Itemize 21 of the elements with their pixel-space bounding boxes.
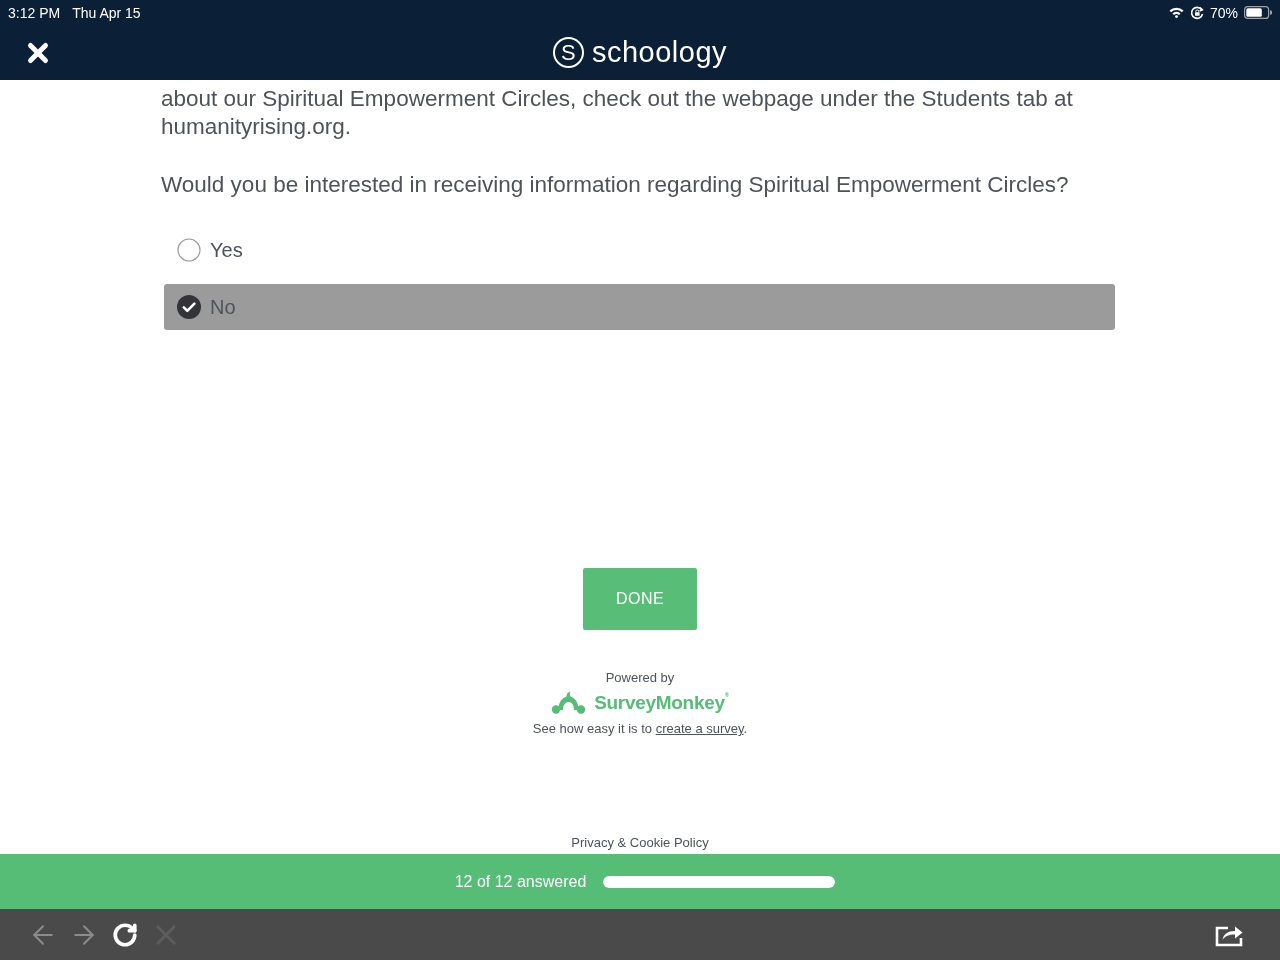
logo-mark: S [552,37,584,68]
battery-icon [1244,6,1272,19]
status-date: Thu Apr 15 [72,4,141,21]
question-text: Would you be interested in receiving information regarding Spiritual Empowerment Circles? [161,171,1070,199]
battery-percent: 70% [1209,4,1238,21]
wifi-icon [1168,7,1184,18]
answer-option[interactable]: Yes [164,227,1115,273]
check-circle-icon [177,295,201,319]
tagline-text: See how easy it is to create a survey. [532,720,748,738]
create-survey-link[interactable]: create a survey [655,721,744,736]
radio-circle-icon [177,238,201,262]
status-time: 3:12 PM [8,4,61,21]
intro-paragraph: about our Spiritual Empowerment Circles, check out the webpage under the Students tab at humanityrising.org. [161,85,1074,141]
logo-text: schoology [591,36,728,69]
progress-label: 12 of 12 answered [454,872,587,891]
rotation-lock-icon [1189,5,1204,20]
privacy-link[interactable]: Privacy & Cookie Policy [571,834,709,852]
brand-name: SurveyMonkey$^{®}$ [594,692,729,714]
reload-icon [112,921,138,948]
powered-by-text: Powered by [605,669,675,687]
logo-icon [551,690,587,716]
